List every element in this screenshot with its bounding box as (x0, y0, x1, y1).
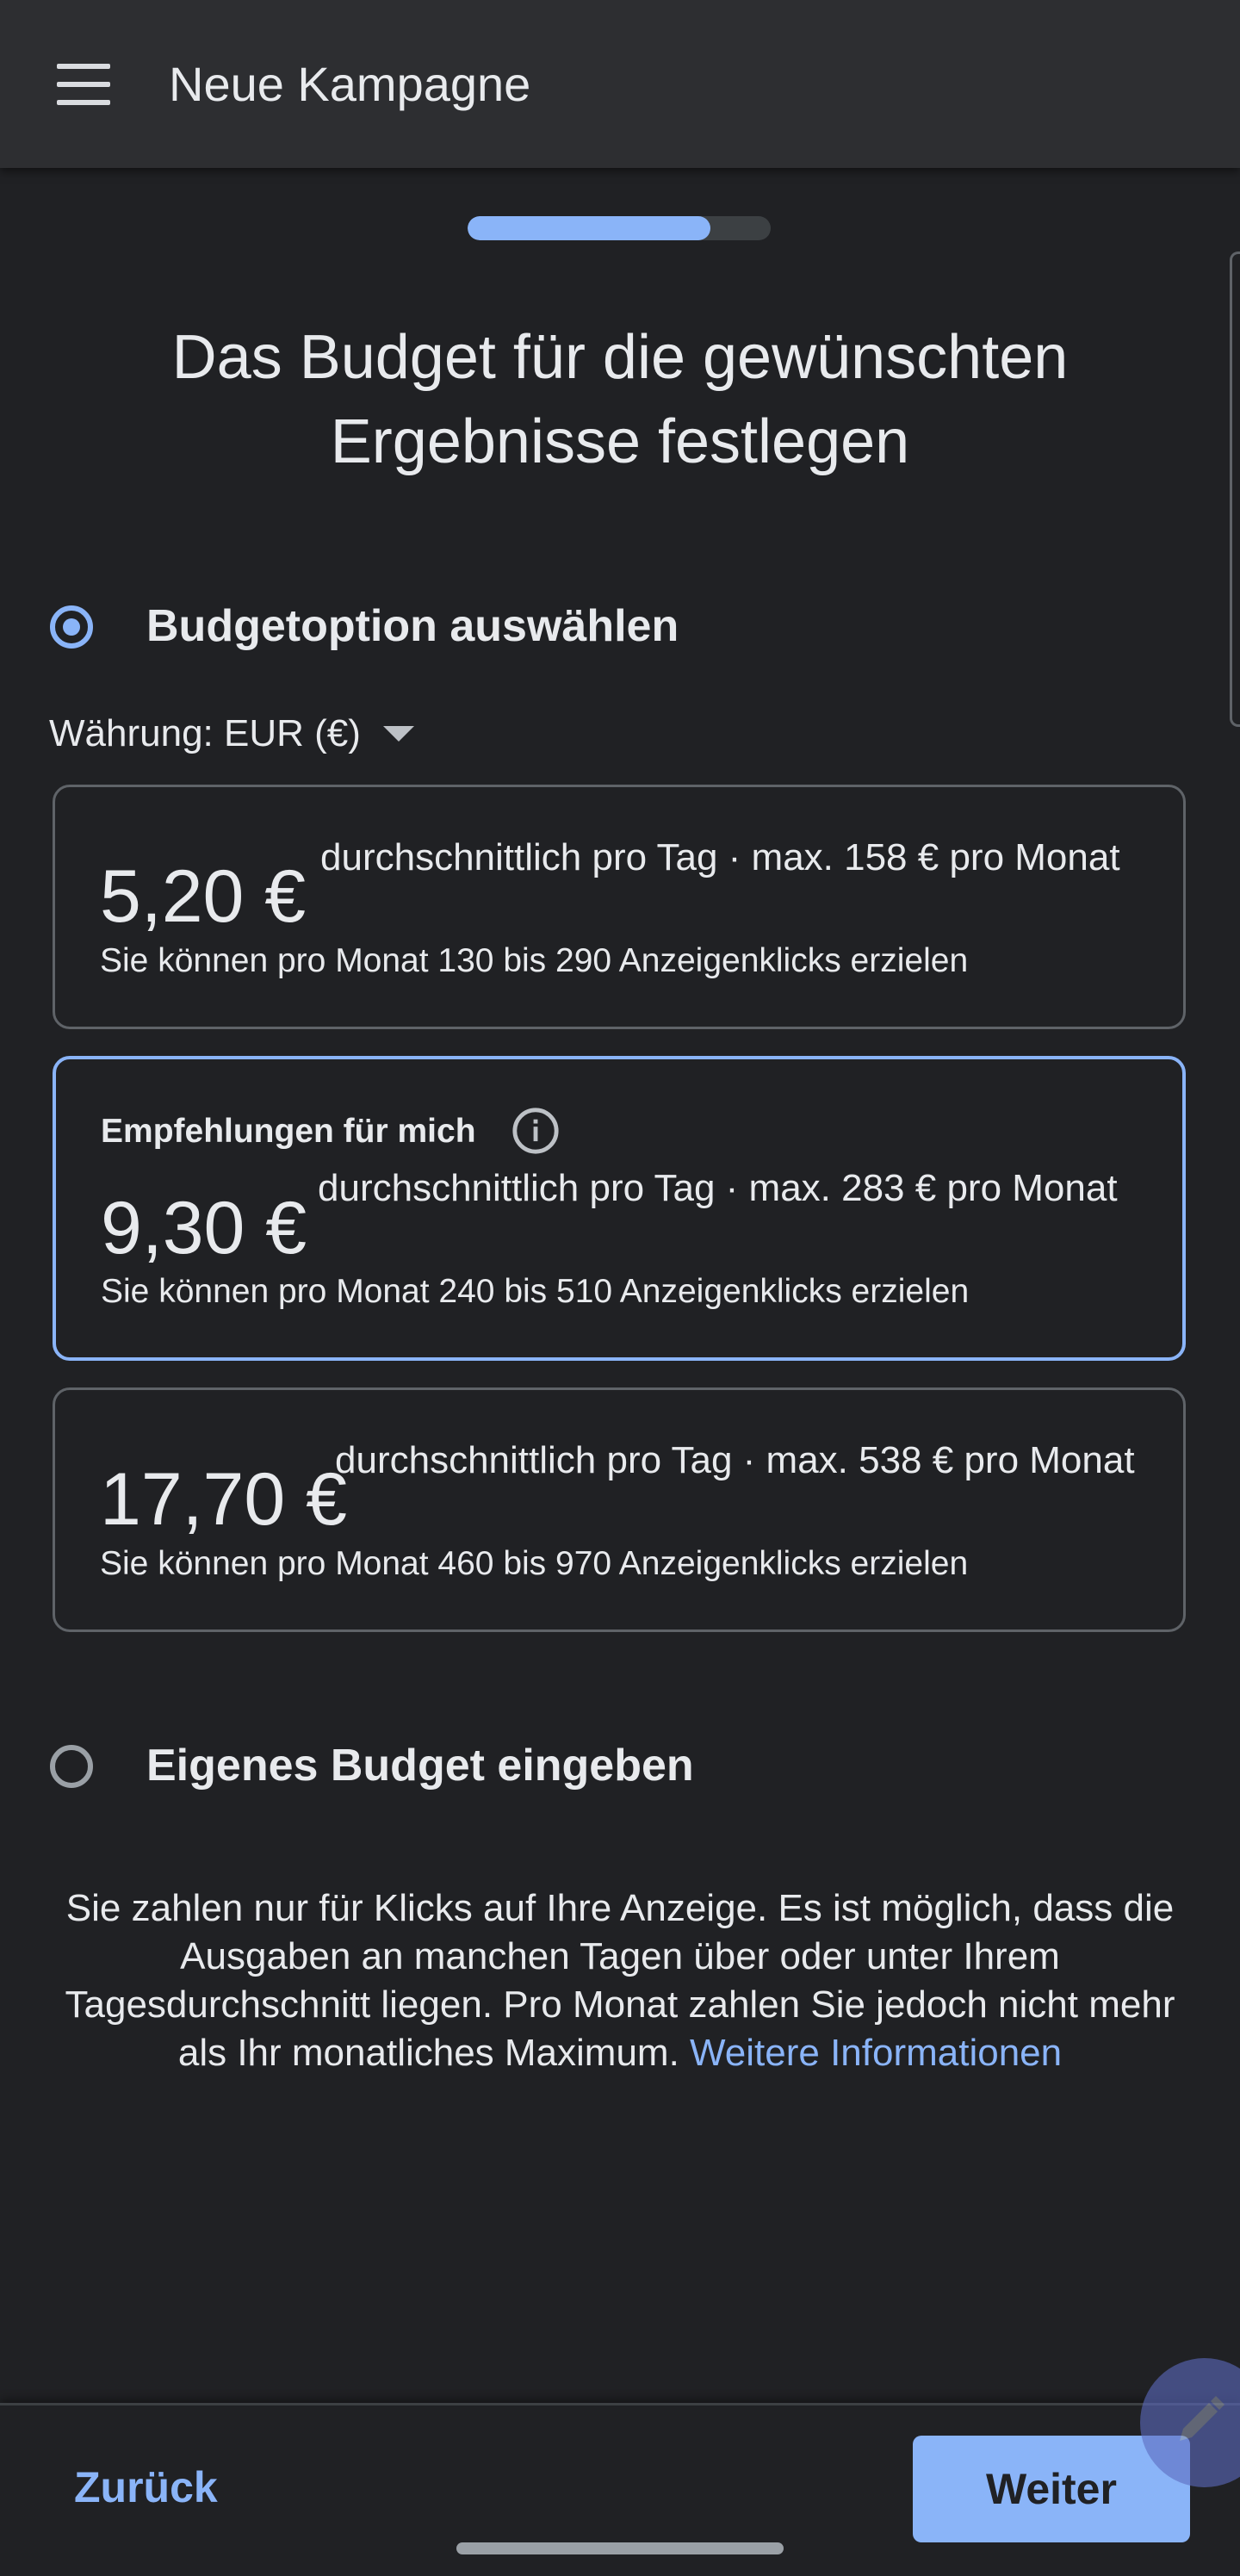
budget-description: durchschnittlich pro Tag · max. 538 € pr… (335, 1439, 1135, 1481)
side-panel-edge (1230, 251, 1240, 727)
billing-note: Sie zahlen nur für Klicks auf Ihre Anzei… (43, 1884, 1197, 2077)
dropdown-arrow-icon (382, 726, 414, 742)
recommended-label: Empfehlungen für mich (101, 1113, 476, 1150)
currency-label: Währung: EUR (€) (49, 712, 361, 754)
learn-more-link[interactable]: Weitere Informationen (690, 2032, 1062, 2074)
step-progress-fill (468, 216, 710, 240)
custom-budget-label[interactable]: Eigenes Budget eingeben (146, 1738, 694, 1793)
headline-line-1: Das Budget für die gewünschten (171, 323, 1069, 392)
headline-line-2: Ergebnisse festlegen (330, 407, 910, 476)
menu-icon[interactable] (53, 64, 114, 105)
budget-card-high[interactable]: 17,70 € durchschnittlich pro Tag · max. … (53, 1387, 1186, 1632)
budget-amount: 9,30 € (101, 1187, 307, 1269)
app-bar: Neue Kampagne (0, 0, 1240, 168)
custom-budget-radio[interactable] (50, 1745, 93, 1788)
budget-option-label[interactable]: Budgetoption auswählen (146, 599, 679, 654)
budget-description: durchschnittlich pro Tag · max. 283 € pr… (318, 1167, 1118, 1209)
budget-card-recommended[interactable]: Empfehlungen für mich 9,30 € durchschnit… (53, 1056, 1186, 1361)
gesture-handle (456, 2542, 784, 2554)
budget-clicks-estimate: Sie können pro Monat 240 bis 510 Anzeige… (101, 1273, 970, 1310)
budget-amount: 17,70 € (100, 1458, 347, 1541)
currency-dropdown[interactable]: Währung: EUR (€) (49, 708, 414, 760)
budget-amount: 5,20 € (100, 855, 307, 938)
budget-clicks-estimate: Sie können pro Monat 130 bis 290 Anzeige… (100, 942, 969, 979)
page-title: Neue Kampagne (169, 57, 531, 111)
page-headline: Das Budget für die gewünschten Ergebniss… (52, 315, 1188, 484)
budget-card-low[interactable]: 5,20 € durchschnittlich pro Tag · max. 1… (53, 785, 1186, 1029)
info-icon[interactable] (511, 1106, 561, 1156)
budget-description: durchschnittlich pro Tag · max. 158 € pr… (320, 836, 1120, 878)
budget-clicks-estimate: Sie können pro Monat 460 bis 970 Anzeige… (100, 1545, 969, 1582)
back-button[interactable]: Zurück (52, 2458, 240, 2517)
budget-option-radio[interactable] (50, 605, 93, 649)
step-progress-bar (468, 216, 771, 240)
